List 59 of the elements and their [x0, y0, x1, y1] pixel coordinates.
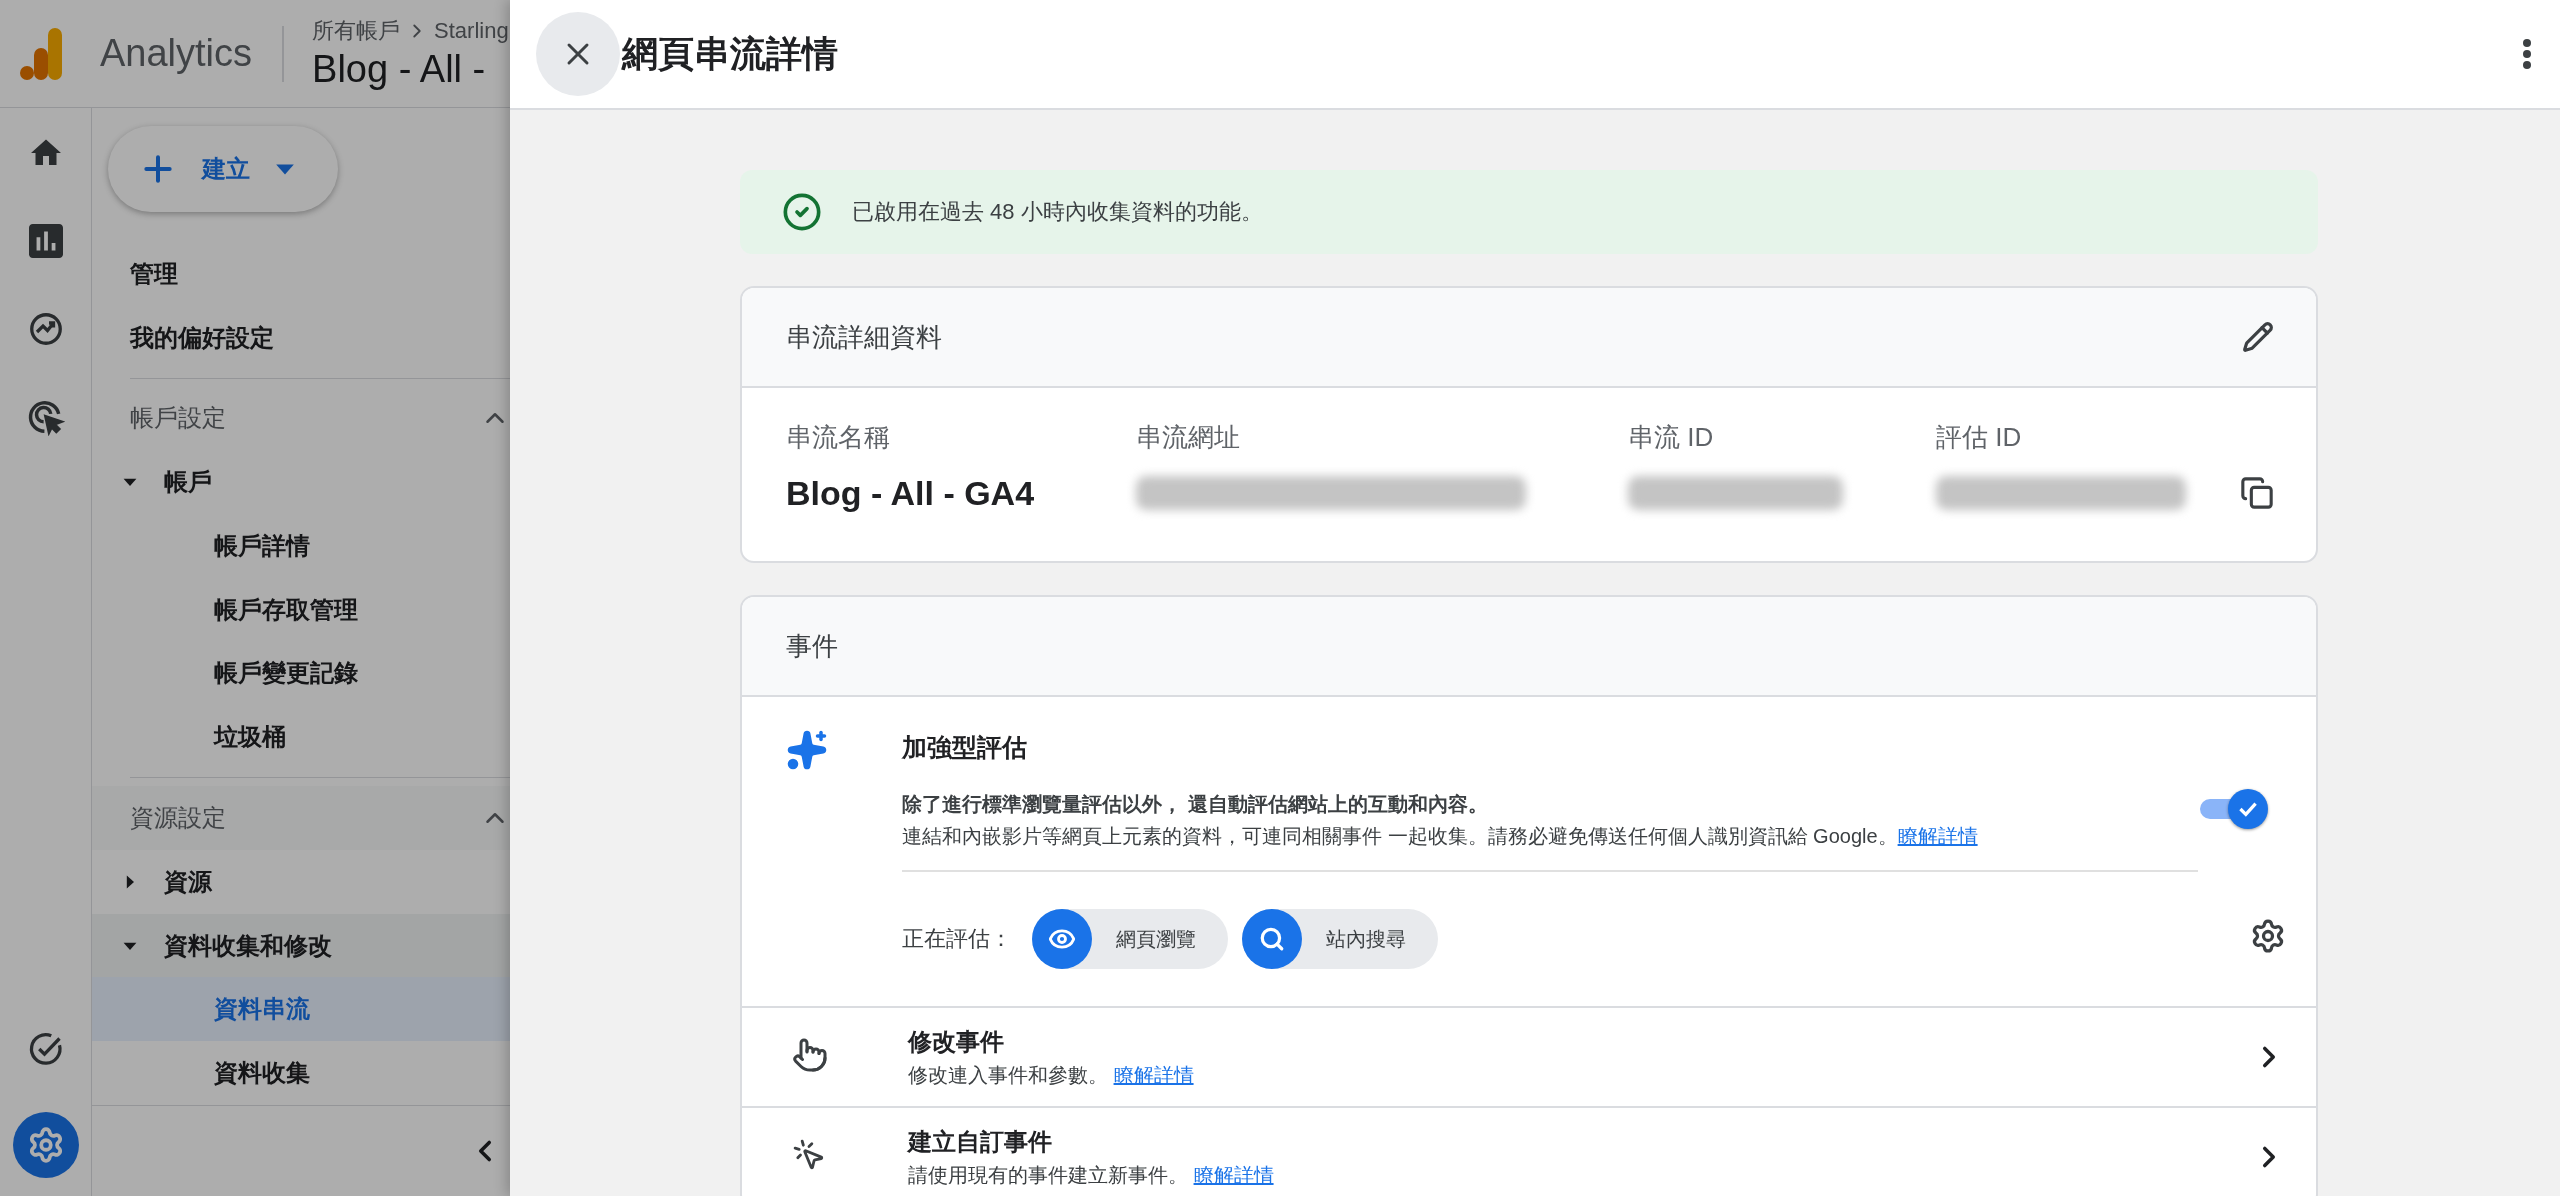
app-name: Analytics	[100, 32, 253, 75]
nav-item-label: 資料收集和修改	[164, 930, 332, 961]
nav-item[interactable]: 管理	[92, 242, 510, 306]
event-option-row[interactable]: 修改事件 修改連入事件和參數。 瞭解詳情	[742, 1006, 2316, 1106]
breadcrumb-link[interactable]: Starling	[434, 18, 509, 44]
field-value: Blog - All - GA4	[786, 473, 1035, 514]
section-title: 帳戶設定	[130, 403, 226, 434]
nav-item[interactable]: 帳戶	[92, 450, 510, 515]
create-button[interactable]: 建立	[108, 126, 338, 212]
nav-item-label: 帳戶	[164, 467, 212, 498]
target-pointer-icon	[26, 398, 65, 436]
nav-item[interactable]: 垃圾桶	[92, 705, 510, 770]
section-title: 加強型評估	[902, 732, 1028, 763]
sparkles-icon	[786, 729, 828, 771]
row-subtitle: 修改連入事件和參數。 瞭解詳情	[908, 1062, 1195, 1088]
breadcrumb-link[interactable]: 所有帳戶	[312, 16, 401, 46]
nav-item[interactable]: 資料收集	[92, 1041, 510, 1105]
panel-title: 網頁串流詳情	[622, 31, 839, 76]
trend-chart-icon	[27, 311, 64, 347]
measurement-chip[interactable]: 站內搜尋	[1242, 909, 1438, 969]
event-option-row[interactable]: 建立自訂事件 請使用現有的事件建立新事件。 瞭解詳情	[742, 1106, 2316, 1196]
cursor-click-icon	[792, 1138, 826, 1172]
banner-text: 已啟用在過去 48 小時內收集資料的功能。	[852, 198, 1263, 226]
nav-item[interactable]: 帳戶存取管理	[92, 577, 510, 642]
settings-icon	[2250, 918, 2286, 954]
nav-item[interactable]: 帳戶詳情	[92, 514, 510, 578]
row-subtitle: 請使用現有的事件建立新事件。 瞭解詳情	[908, 1162, 1275, 1188]
row-title: 修改事件	[908, 1026, 1005, 1057]
toggle-switch[interactable]	[2198, 787, 2270, 831]
field-label: 串流名稱	[786, 421, 891, 454]
measuring-label: 正在評估：	[902, 925, 1012, 953]
card-title: 串流詳細資料	[786, 320, 942, 354]
analytics-logo	[20, 25, 64, 82]
pointing-hand-icon	[792, 1037, 828, 1073]
more-icon	[2522, 39, 2532, 69]
property-name[interactable]: Blog - All -	[312, 48, 509, 91]
description-text: 連結和內嵌影片等網頁上元素的資料，可連同相關事件 一起收集。請務必避免傳送任何個人識別資訊給 Google。瞭解詳情	[902, 824, 1979, 849]
learn-more-link[interactable]: 瞭解詳情	[1193, 1163, 1274, 1186]
nav-item[interactable]: 我的偏好設定	[92, 305, 510, 370]
description-text: 除了進行標準瀏覽量評估以外， 還自動評估網站上的互動和內容。	[902, 792, 1489, 817]
row-title: 建立自訂事件	[908, 1126, 1053, 1157]
measurement-chip[interactable]: 網頁瀏覽	[1032, 909, 1228, 969]
field-label: 評估 ID	[1936, 421, 2023, 454]
nav-item[interactable]: 帳戶變更記錄	[92, 641, 510, 706]
check-circle-icon	[782, 192, 822, 232]
pencil-icon	[2242, 321, 2274, 353]
field-label: 串流網址	[1136, 421, 1241, 454]
learn-more-link[interactable]: 瞭解詳情	[1897, 825, 1978, 847]
card-title: 事件	[786, 629, 838, 663]
bar-chart-icon	[28, 224, 63, 258]
search-icon	[1259, 926, 1285, 952]
nav-item[interactable]: 資料收集和修改	[92, 913, 510, 978]
learn-more-link[interactable]: 瞭解詳情	[1113, 1063, 1194, 1086]
copy-icon	[2240, 476, 2274, 510]
section-title: 資源設定	[130, 803, 226, 833]
check-circle-icon	[27, 1031, 64, 1067]
nav-item-label: 資源	[164, 866, 212, 897]
field-label: 串流 ID	[1628, 421, 1715, 454]
nav-item[interactable]: 資源	[92, 849, 510, 914]
